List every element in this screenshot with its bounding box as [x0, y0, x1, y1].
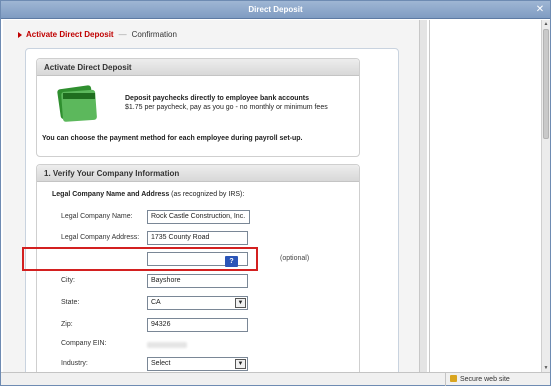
main-content: Activate Direct Deposit — Confirmation Act…	[3, 20, 427, 372]
secure-status: Secure web site	[445, 373, 550, 386]
zip-input[interactable]: 94326	[147, 318, 248, 332]
state-select[interactable]: CA ▼	[147, 296, 248, 310]
company-address-input[interactable]: 1735 County Road	[147, 231, 248, 245]
company-name-input[interactable]: Rock Castle Construction, Inc.	[147, 210, 250, 224]
activate-card-title: Activate Direct Deposit	[37, 59, 359, 76]
state-label: State:	[61, 299, 80, 306]
lock-icon	[450, 375, 457, 382]
ein-label: Company EIN:	[61, 340, 107, 347]
step-separator: —	[118, 30, 127, 39]
legal-name-heading: Legal Company Name and Address (as recog…	[52, 191, 244, 198]
step-active: Activate Direct Deposit	[26, 30, 114, 39]
company-name-label: Legal Company Name:	[61, 213, 133, 220]
title-bar: Direct Deposit ✕	[1, 1, 550, 19]
breadcrumb: Activate Direct Deposit — Confirmation	[18, 30, 177, 39]
side-pane: ▲ ▼	[429, 20, 550, 372]
payment-method-note: You can choose the payment method for ea…	[42, 135, 303, 142]
secure-status-text: Secure web site	[460, 376, 510, 383]
legal-heading-strong: Legal Company Name and Address	[52, 191, 170, 198]
industry-label: Industry:	[61, 360, 88, 367]
status-bar: Secure web site	[1, 372, 550, 386]
optional-note: (optional)	[280, 255, 310, 262]
form-panel: Activate Direct Deposit Deposit paycheck…	[25, 48, 399, 372]
active-step-arrow-icon	[18, 31, 22, 38]
content-divider	[419, 20, 427, 372]
deposit-pricing: $1.75 per paycheck, pay as you go - no m…	[125, 104, 328, 111]
industry-select[interactable]: Select ▼	[147, 357, 248, 371]
direct-deposit-window: Direct Deposit ✕ Activate Direct Deposit…	[0, 0, 551, 386]
quickbooks-direct-deposit-logo-icon	[57, 85, 97, 122]
scrollbar-thumb[interactable]	[543, 29, 549, 139]
state-select-value: CA	[151, 299, 161, 306]
help-icon[interactable]: ?	[225, 256, 238, 267]
chevron-down-icon[interactable]: ▼	[235, 298, 246, 308]
deposit-description: Deposit paychecks directly to employee b…	[125, 94, 328, 112]
legal-heading-sub: (as recognized by IRS):	[171, 191, 245, 198]
scroll-down-icon[interactable]: ▼	[542, 364, 550, 372]
city-label: City:	[61, 277, 75, 284]
verify-card-title: 1. Verify Your Company Information	[37, 165, 359, 182]
deposit-headline: Deposit paychecks directly to employee b…	[125, 95, 310, 102]
activate-card: Activate Direct Deposit Deposit paycheck…	[36, 58, 360, 157]
city-input[interactable]: Bayshore	[147, 274, 248, 288]
company-address-label: Legal Company Address:	[61, 234, 140, 241]
industry-select-value: Select	[151, 360, 171, 367]
zip-label: Zip:	[61, 321, 73, 328]
close-icon[interactable]: ✕	[534, 4, 546, 16]
vertical-scrollbar[interactable]: ▲ ▼	[541, 20, 550, 372]
industry-highlight-box	[22, 247, 258, 271]
ein-value-redacted	[147, 342, 187, 348]
window-title: Direct Deposit	[248, 5, 303, 14]
step-next: Confirmation	[131, 30, 177, 39]
scroll-up-icon[interactable]: ▲	[542, 20, 550, 28]
chevron-down-icon[interactable]: ▼	[235, 359, 246, 369]
